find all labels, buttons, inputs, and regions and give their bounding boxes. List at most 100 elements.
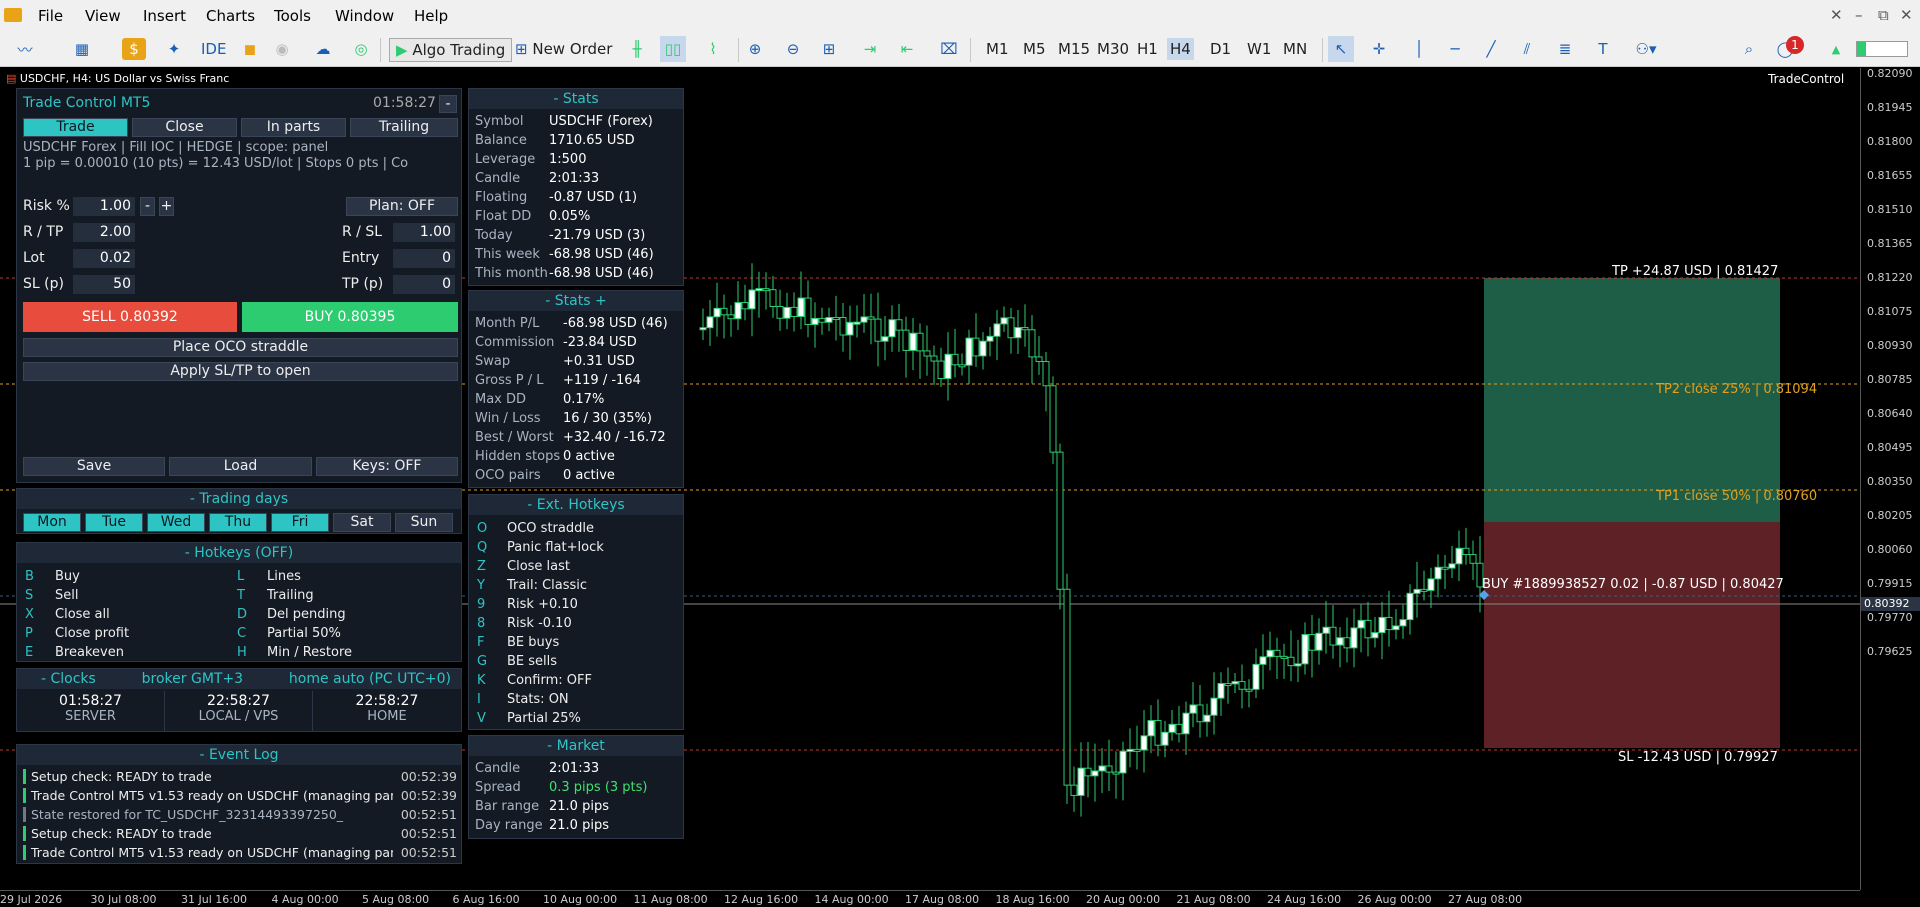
tf-mn[interactable]: MN — [1280, 38, 1310, 60]
chart-type-icon[interactable]: 〰 — [10, 36, 40, 62]
stat-label: Bar range — [475, 799, 540, 814]
screenshot-icon[interactable]: ⌧ — [936, 36, 962, 62]
log-entry: Trade Control MT5 v1.53 ready on USDCHF … — [17, 845, 463, 863]
candle — [853, 321, 861, 325]
log-entry: Setup check: READY to trade 00:52:51 — [17, 826, 463, 844]
time-axis[interactable]: 29 Jul 2026 30 Jul 08:00 31 Jul 16:00 4 Aug… — [0, 890, 1860, 907]
rsl-input[interactable]: 1.00 — [393, 223, 455, 242]
buy-button[interactable]: BUY 0.80395 — [242, 302, 458, 332]
cursor-icon[interactable]: ↖ — [1328, 36, 1354, 62]
chart-shift-icon[interactable]: ⇤ — [892, 36, 922, 62]
menu-insert[interactable]: Insert — [143, 7, 186, 25]
horizontal-line-icon[interactable]: ─ — [1442, 36, 1468, 62]
tab-trade[interactable]: Trade — [23, 118, 128, 137]
templates-icon[interactable]: ▦ — [68, 36, 96, 62]
minimize-icon[interactable]: – — [1855, 6, 1863, 24]
hotkey-row: X Close all — [25, 607, 225, 625]
text-icon[interactable]: T — [1590, 36, 1616, 62]
tf-w1[interactable]: W1 — [1244, 38, 1274, 60]
trendline-icon[interactable]: ╱ — [1478, 36, 1504, 62]
grid-icon[interactable]: ⊞ — [816, 36, 842, 62]
minimize-button[interactable]: - — [439, 95, 457, 113]
sl-pips-input[interactable]: 50 — [73, 275, 135, 294]
ai-icon[interactable]: ✦ — [162, 36, 186, 62]
day-toggle-fri[interactable]: Fri — [271, 513, 329, 532]
shop-icon[interactable]: ◼ — [238, 36, 262, 62]
risk-increase-button[interactable]: + — [159, 197, 174, 216]
menu-file[interactable]: File — [38, 7, 63, 25]
rtp-input[interactable]: 2.00 — [73, 223, 135, 242]
day-toggle-wed[interactable]: Wed — [147, 513, 205, 532]
tf-m1[interactable]: M1 — [983, 38, 1012, 60]
zoom-in-icon[interactable]: ⊕ — [742, 36, 768, 62]
candle — [1070, 784, 1078, 796]
restore-icon[interactable]: ⧉ — [1878, 6, 1889, 24]
vps-icon[interactable]: ◎ — [348, 36, 374, 62]
menu-charts[interactable]: Charts — [206, 7, 255, 25]
algo-trading-button[interactable]: ▶ Algo Trading — [389, 38, 513, 62]
candle — [916, 332, 924, 352]
tf-m5[interactable]: M5 — [1020, 38, 1049, 60]
signals-icon[interactable]: ◉ — [270, 36, 294, 62]
menu-tools[interactable]: Tools — [274, 7, 311, 25]
menu-window[interactable]: Window — [335, 7, 394, 25]
tf-m15[interactable]: M15 — [1055, 38, 1093, 60]
candle — [755, 288, 763, 292]
log-message: Trade Control MT5 v1.53 ready on USDCHF … — [23, 845, 393, 860]
candle — [1385, 616, 1393, 631]
entry-input[interactable]: 0 — [393, 249, 455, 268]
stat-value: 21.0 pips — [549, 799, 609, 814]
cloud-icon[interactable]: ☁ — [310, 36, 336, 62]
buy-position-label: BUY #1889938527 0.02 | -0.87 USD | 0.804… — [1482, 577, 1784, 592]
oco-straddle-button[interactable]: Place OCO straddle — [23, 338, 458, 357]
chart-window-icon: ▤ — [6, 72, 20, 85]
sell-button[interactable]: SELL 0.80392 — [23, 302, 237, 332]
price-tick: 0.79770 — [1867, 611, 1913, 624]
plan-toggle-button[interactable]: Plan: OFF — [346, 197, 458, 216]
risk-input[interactable]: 1.00 — [73, 197, 135, 216]
crosshair-icon[interactable]: ✛ — [1366, 36, 1392, 62]
hotkey-key: V — [477, 711, 486, 726]
keys-toggle-button[interactable]: Keys: OFF — [316, 457, 458, 476]
toolbar-separator — [738, 38, 739, 62]
apply-sltp-button[interactable]: Apply SL/TP to open — [23, 362, 458, 381]
fibonacci-icon[interactable]: ≣ — [1552, 36, 1578, 62]
tab-in-parts[interactable]: In parts — [241, 118, 346, 137]
menu-view[interactable]: View — [85, 7, 121, 25]
tf-h4[interactable]: H4 — [1167, 38, 1194, 60]
tf-d1[interactable]: D1 — [1207, 38, 1234, 60]
save-button[interactable]: Save — [23, 457, 165, 476]
window-pin-icon[interactable]: ✕ — [1830, 6, 1843, 24]
day-toggle-sun[interactable]: Sun — [395, 513, 453, 532]
close-icon[interactable]: ✕ — [1900, 6, 1913, 24]
lot-input[interactable]: 0.02 — [73, 249, 135, 268]
level-icon[interactable]: ▲ — [1824, 36, 1848, 62]
hotkey-key: B — [25, 569, 34, 584]
bar-chart-icon[interactable]: ╫ — [624, 36, 650, 62]
day-toggle-mon[interactable]: Mon — [23, 513, 81, 532]
menu-help[interactable]: Help — [414, 7, 448, 25]
search-icon[interactable]: ⌕ — [1736, 36, 1762, 62]
day-toggle-thu[interactable]: Thu — [209, 513, 267, 532]
market-icon[interactable]: $ — [122, 38, 146, 60]
new-order-button[interactable]: ⊞ New Order — [512, 38, 615, 60]
autoscroll-icon[interactable]: ⇥ — [856, 36, 884, 62]
tab-close[interactable]: Close — [132, 118, 237, 137]
zoom-out-icon[interactable]: ⊖ — [780, 36, 806, 62]
shapes-icon[interactable]: ⚇▾ — [1626, 36, 1666, 62]
channel-icon[interactable]: ⫽ — [1514, 36, 1540, 62]
candles-icon[interactable]: ▯▯ — [660, 36, 686, 62]
tp-pips-input[interactable]: 0 — [393, 275, 455, 294]
day-toggle-sat[interactable]: Sat — [333, 513, 391, 532]
ide-button[interactable]: IDE — [198, 38, 229, 60]
line-chart-icon[interactable]: ⌇ — [700, 36, 726, 62]
tab-trailing[interactable]: Trailing — [350, 118, 458, 137]
tf-m30[interactable]: M30 — [1094, 38, 1132, 60]
load-button[interactable]: Load — [169, 457, 312, 476]
stat-label: Gross P / L — [475, 373, 544, 388]
risk-decrease-button[interactable]: - — [140, 197, 155, 216]
price-axis[interactable]: 0.82090 0.81945 0.81800 0.81655 0.81510 0.813… — [1860, 67, 1920, 890]
vertical-line-icon[interactable]: │ — [1406, 36, 1432, 62]
tf-h1[interactable]: H1 — [1134, 38, 1161, 60]
day-toggle-tue[interactable]: Tue — [85, 513, 143, 532]
